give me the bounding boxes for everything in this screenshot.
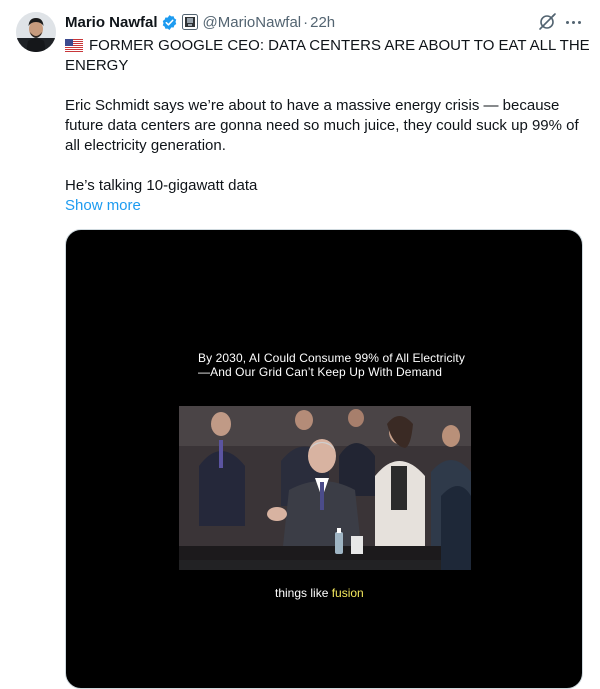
affiliate-badge-icon[interactable] [181,14,198,30]
separator-dot: · [303,13,309,31]
tweet-paragraph-2: He’s talking 10-gigawatt data [65,177,258,194]
subtitle-text: things like [275,586,332,600]
grok-icon[interactable] [537,12,557,32]
tweet-text: FORMER GOOGLE CEO: DATA CENTERS ARE ABOU… [65,36,590,216]
more-options-icon[interactable] [562,12,584,32]
video-player[interactable]: By 2030, AI Could Consume 99% of All Ele… [65,229,583,689]
video-subtitle: things like fusion [275,586,364,600]
subtitle-highlight: fusion [331,586,364,600]
verified-badge-icon[interactable] [161,14,178,31]
tweet-headline: FORMER GOOGLE CEO: DATA CENTERS ARE ABOU… [65,37,590,74]
author-handle[interactable]: @MarioNawfal [203,14,302,31]
tweet: Mario Nawfal @MarioNawfal · 22h FORMER G… [0,0,600,689]
us-flag-icon [65,38,83,52]
tweet-paragraph-1: Eric Schmidt says we’re about to have a … [65,97,579,154]
video-caption: By 2030, AI Could Consume 99% of All Ele… [198,351,465,379]
post-timestamp[interactable]: 22h [310,14,335,31]
tweet-header: Mario Nawfal @MarioNawfal · 22h [65,12,335,32]
avatar[interactable] [16,12,56,52]
show-more-link[interactable]: Show more [65,197,141,214]
video-frame: Dr. Schmidt [179,406,471,570]
author-name[interactable]: Mario Nawfal [65,14,158,31]
